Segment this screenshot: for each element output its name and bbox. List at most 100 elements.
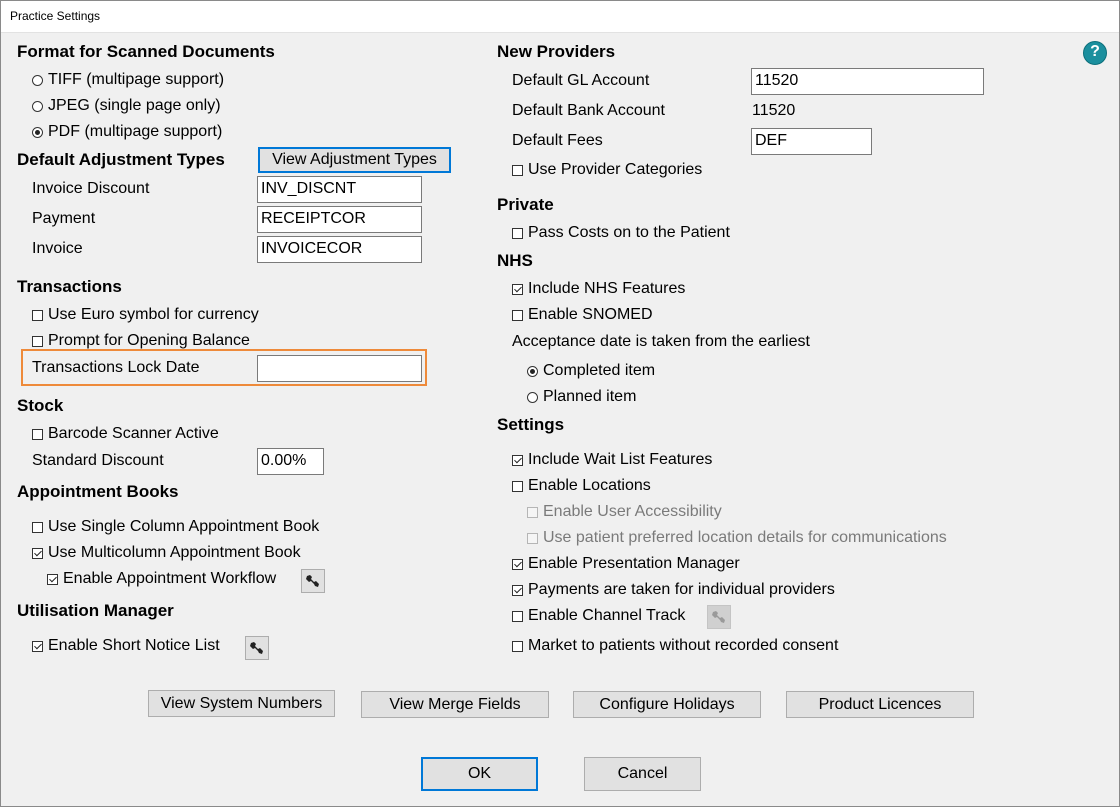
help-icon[interactable]: ? bbox=[1083, 41, 1107, 65]
wait-list-checkbox-box[interactable] bbox=[512, 454, 523, 466]
opening-balance-checkbox-box[interactable] bbox=[32, 335, 43, 347]
barcode-checkbox-label: Barcode Scanner Active bbox=[48, 425, 219, 442]
euro-checkbox-box[interactable] bbox=[32, 309, 43, 321]
radio-jpeg-label: JPEG (single page only) bbox=[48, 97, 221, 114]
radio-tiff-indicator[interactable] bbox=[32, 74, 43, 86]
gl-account-label: Default GL Account bbox=[512, 72, 650, 89]
short-notice-checkbox-label: Enable Short Notice List bbox=[48, 637, 220, 654]
channel-track-checkbox-label: Enable Channel Track bbox=[528, 607, 686, 624]
provider-categories-checkbox-label: Use Provider Categories bbox=[528, 161, 703, 178]
nhs-features-checkbox-label: Include NHS Features bbox=[528, 280, 686, 297]
invoice-discount-input[interactable]: INV_DISCNT bbox=[257, 176, 422, 203]
market-consent-checkbox[interactable]: Market to patients without recorded cons… bbox=[512, 636, 838, 656]
lock-date-input[interactable] bbox=[257, 355, 422, 382]
view-adjustment-types-button[interactable]: View Adjustment Types bbox=[258, 147, 451, 173]
radio-planned-item[interactable]: Planned item bbox=[527, 387, 636, 407]
user-accessibility-checkbox: Enable User Accessibility bbox=[527, 502, 722, 522]
cancel-button[interactable]: Cancel bbox=[584, 757, 701, 791]
preferred-location-checkbox-label: Use patient preferred location details f… bbox=[543, 529, 947, 546]
radio-tiff[interactable]: TIFF (multipage support) bbox=[32, 70, 224, 90]
pass-costs-checkbox-label: Pass Costs on to the Patient bbox=[528, 224, 730, 241]
nhs-features-checkbox-box[interactable] bbox=[512, 283, 523, 295]
product-licences-button[interactable]: Product Licences bbox=[786, 691, 974, 718]
presentation-manager-checkbox[interactable]: Enable Presentation Manager bbox=[512, 554, 740, 574]
wrench-icon bbox=[306, 575, 319, 587]
payments-providers-checkbox-box[interactable] bbox=[512, 584, 523, 596]
stock-header: Stock bbox=[17, 396, 64, 415]
channel-track-checkbox[interactable]: Enable Channel Track bbox=[512, 606, 685, 626]
single-column-checkbox-box[interactable] bbox=[32, 521, 43, 533]
wait-list-checkbox[interactable]: Include Wait List Features bbox=[512, 450, 712, 470]
presentation-manager-checkbox-label: Enable Presentation Manager bbox=[528, 555, 740, 572]
wait-list-checkbox-label: Include Wait List Features bbox=[528, 451, 713, 468]
wrench-icon bbox=[250, 642, 263, 654]
bank-account-value: 11520 bbox=[752, 102, 796, 119]
scanned-format-header: Format for Scanned Documents bbox=[17, 42, 275, 61]
lock-date-label: Transactions Lock Date bbox=[32, 359, 200, 376]
workflow-settings-button[interactable] bbox=[301, 569, 325, 593]
bank-account-label: Default Bank Account bbox=[512, 102, 665, 119]
snomed-checkbox[interactable]: Enable SNOMED bbox=[512, 305, 653, 325]
payments-providers-checkbox-label: Payments are taken for individual provid… bbox=[528, 581, 835, 598]
workflow-checkbox[interactable]: Enable Appointment Workflow bbox=[47, 569, 276, 589]
settings-header: Settings bbox=[497, 415, 565, 434]
view-merge-fields-button[interactable]: View Merge Fields bbox=[361, 691, 549, 718]
euro-checkbox[interactable]: Use Euro symbol for currency bbox=[32, 305, 259, 325]
standard-discount-input[interactable]: 0.00% bbox=[257, 448, 324, 475]
locations-checkbox-label: Enable Locations bbox=[528, 477, 651, 494]
market-consent-checkbox-box[interactable] bbox=[512, 640, 523, 652]
radio-tiff-label: TIFF (multipage support) bbox=[48, 71, 225, 88]
window-title: Practice Settings bbox=[10, 9, 101, 23]
nhs-header: NHS bbox=[497, 251, 533, 270]
radio-completed-indicator[interactable] bbox=[527, 365, 538, 377]
ok-button[interactable]: OK bbox=[421, 757, 538, 791]
barcode-checkbox-box[interactable] bbox=[32, 428, 43, 440]
configure-holidays-button[interactable]: Configure Holidays bbox=[573, 691, 761, 718]
opening-balance-checkbox-label: Prompt for Opening Balance bbox=[48, 332, 250, 349]
locations-checkbox-box[interactable] bbox=[512, 480, 523, 492]
payments-providers-checkbox[interactable]: Payments are taken for individual provid… bbox=[512, 580, 835, 600]
invoice-label: Invoice bbox=[32, 240, 83, 257]
barcode-checkbox[interactable]: Barcode Scanner Active bbox=[32, 424, 219, 444]
radio-planned-label: Planned item bbox=[543, 388, 637, 405]
radio-pdf-indicator[interactable] bbox=[32, 126, 43, 138]
pass-costs-checkbox-box[interactable] bbox=[512, 227, 523, 239]
nhs-features-checkbox[interactable]: Include NHS Features bbox=[512, 279, 685, 299]
channel-track-settings-button bbox=[707, 605, 731, 629]
standard-discount-label: Standard Discount bbox=[32, 452, 164, 469]
market-consent-checkbox-label: Market to patients without recorded cons… bbox=[528, 637, 839, 654]
workflow-checkbox-box[interactable] bbox=[47, 573, 58, 585]
single-column-checkbox[interactable]: Use Single Column Appointment Book bbox=[32, 517, 319, 537]
channel-track-checkbox-box[interactable] bbox=[512, 610, 523, 622]
radio-completed-item[interactable]: Completed item bbox=[527, 361, 655, 381]
radio-jpeg[interactable]: JPEG (single page only) bbox=[32, 96, 221, 116]
multicolumn-checkbox[interactable]: Use Multicolumn Appointment Book bbox=[32, 543, 301, 563]
payment-input[interactable]: RECEIPTCOR bbox=[257, 206, 422, 233]
multicolumn-checkbox-label: Use Multicolumn Appointment Book bbox=[48, 544, 301, 561]
adjustment-types-header: Default Adjustment Types bbox=[17, 150, 225, 169]
radio-jpeg-indicator[interactable] bbox=[32, 100, 43, 112]
invoice-input[interactable]: INVOICECOR bbox=[257, 236, 422, 263]
default-fees-input[interactable]: DEF bbox=[751, 128, 872, 155]
opening-balance-checkbox[interactable]: Prompt for Opening Balance bbox=[32, 331, 250, 351]
short-notice-checkbox[interactable]: Enable Short Notice List bbox=[32, 636, 220, 656]
snomed-checkbox-box[interactable] bbox=[512, 309, 523, 321]
payment-label: Payment bbox=[32, 210, 96, 227]
short-notice-settings-button[interactable] bbox=[245, 636, 269, 660]
provider-categories-checkbox-box[interactable] bbox=[512, 164, 523, 176]
presentation-manager-checkbox-box[interactable] bbox=[512, 558, 523, 570]
workflow-checkbox-label: Enable Appointment Workflow bbox=[63, 570, 277, 587]
radio-pdf[interactable]: PDF (multipage support) bbox=[32, 122, 222, 142]
provider-categories-checkbox[interactable]: Use Provider Categories bbox=[512, 160, 702, 180]
short-notice-checkbox-box[interactable] bbox=[32, 640, 43, 652]
view-system-numbers-button[interactable]: View System Numbers bbox=[148, 690, 335, 717]
preferred-location-checkbox-box bbox=[527, 532, 538, 544]
locations-checkbox[interactable]: Enable Locations bbox=[512, 476, 651, 496]
pass-costs-checkbox[interactable]: Pass Costs on to the Patient bbox=[512, 223, 730, 243]
invoice-discount-label: Invoice Discount bbox=[32, 180, 150, 197]
preferred-location-checkbox: Use patient preferred location details f… bbox=[527, 528, 947, 548]
gl-account-input[interactable]: 11520 bbox=[751, 68, 984, 95]
single-column-checkbox-label: Use Single Column Appointment Book bbox=[48, 518, 320, 535]
radio-planned-indicator[interactable] bbox=[527, 391, 538, 403]
multicolumn-checkbox-box[interactable] bbox=[32, 547, 43, 559]
